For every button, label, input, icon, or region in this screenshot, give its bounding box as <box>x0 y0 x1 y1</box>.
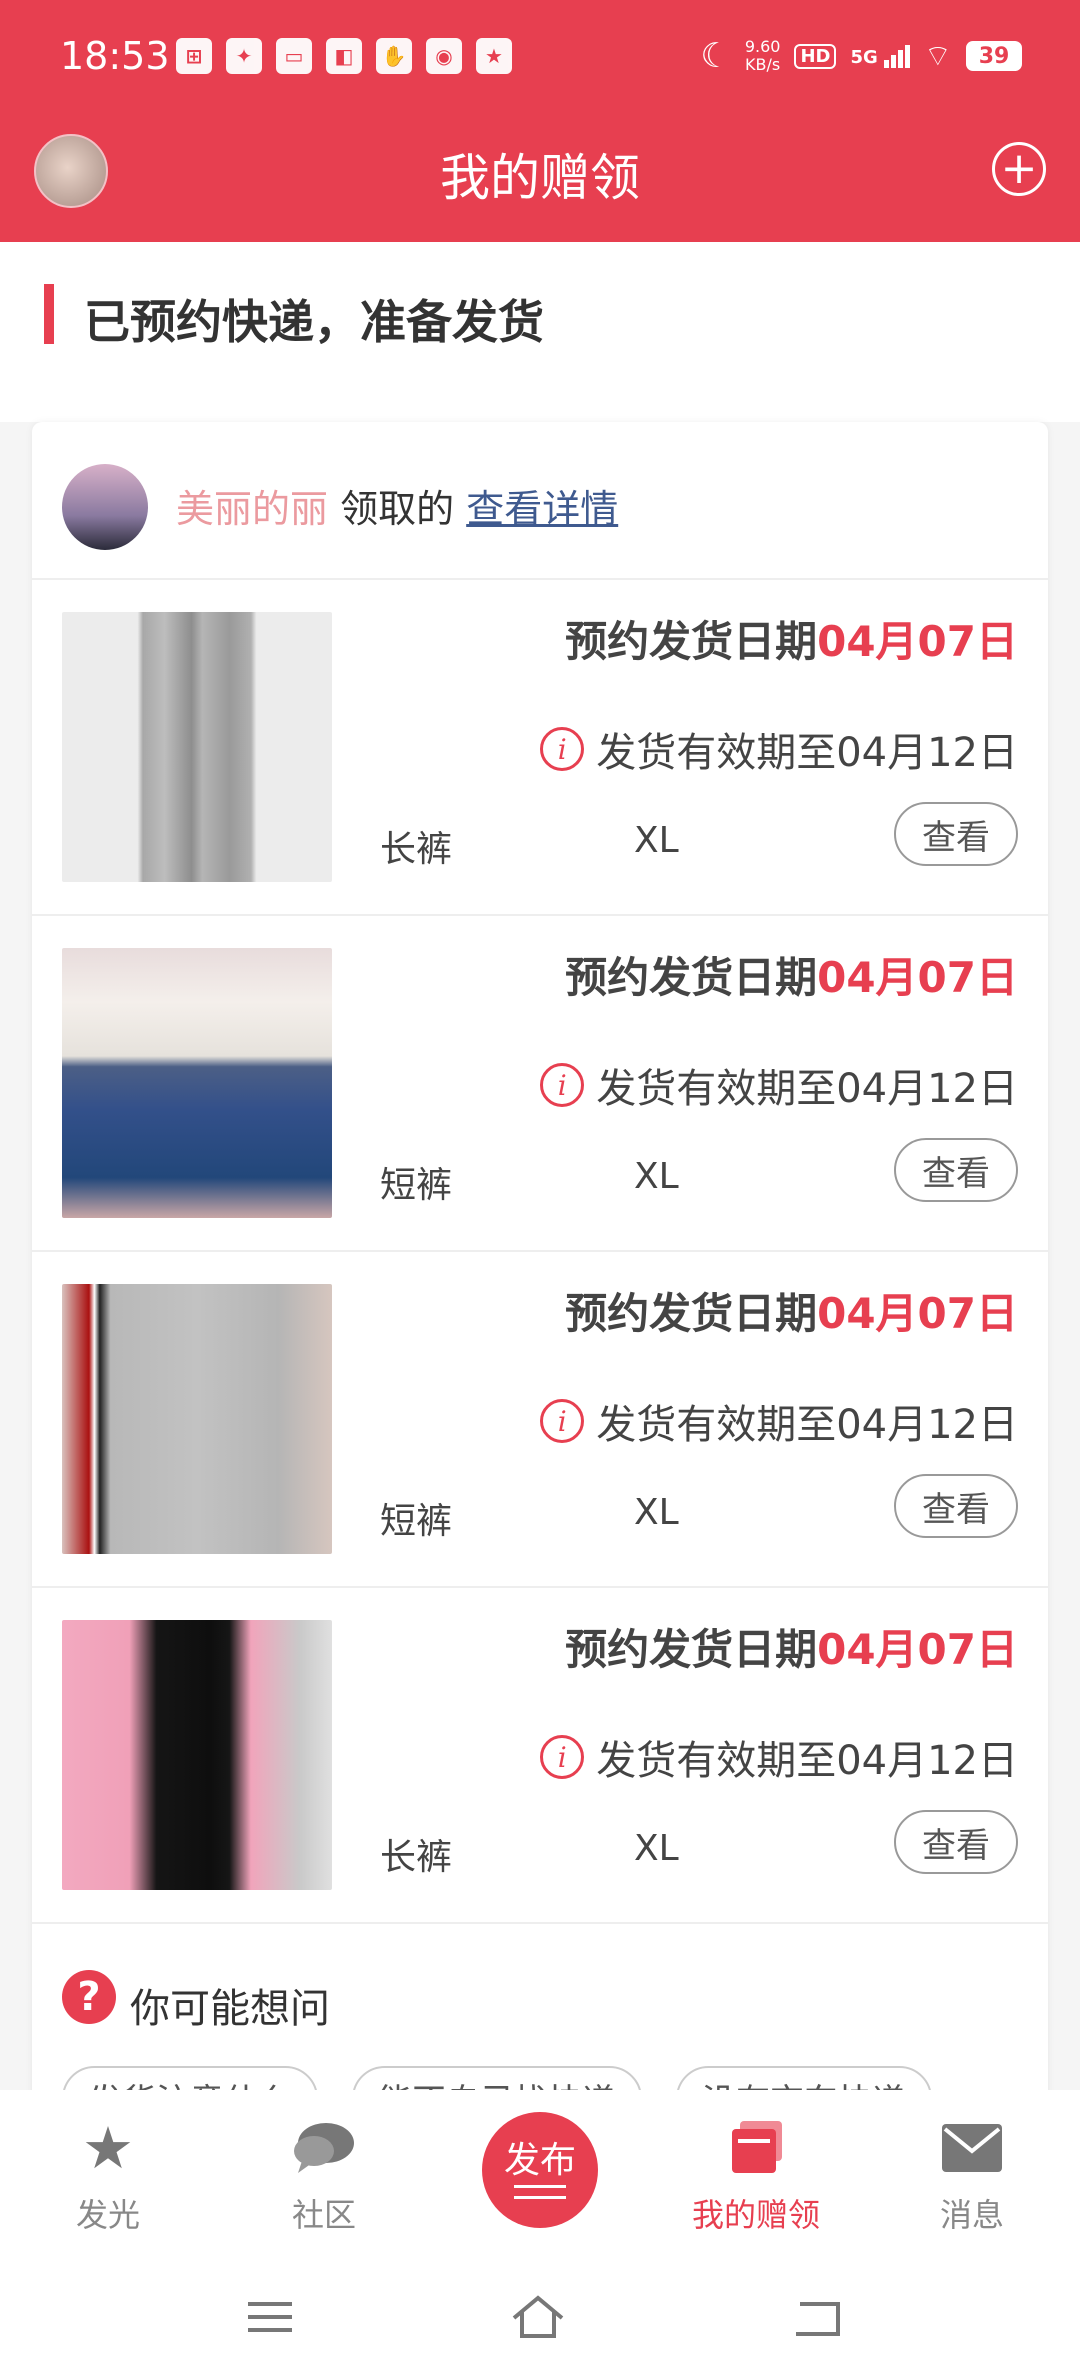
status-time: 18:53 <box>60 34 170 78</box>
system-navigation-bar <box>0 2258 1080 2376</box>
tab-my-claims[interactable]: 我的赠领 <box>648 2090 864 2258</box>
app-notification-icon: ✋ <box>376 38 412 74</box>
battery-icon: 39 <box>966 41 1022 71</box>
tab-community[interactable]: 社区 <box>216 2090 432 2258</box>
giver-avatar[interactable] <box>62 464 148 550</box>
giver-row: 美丽的丽 领取的 查看详情 <box>32 422 1048 580</box>
cards-icon <box>724 2116 788 2180</box>
item-row: 预约发货日期04月07日 i 发货有效期至04月12日 短裤 XL 查看 <box>32 1252 1048 1588</box>
ship-date: 预约发货日期04月07日 <box>565 1625 1018 1674</box>
item-photo[interactable] <box>62 612 332 882</box>
view-details-link[interactable]: 查看详情 <box>466 487 618 531</box>
item-row: 预约发货日期04月07日 i 发货有效期至04月12日 短裤 XL 查看 <box>32 916 1048 1252</box>
valid-until: i 发货有效期至04月12日 <box>540 1392 1018 1450</box>
item-category: 长裤 <box>380 1837 453 1878</box>
network-speed: 9.60 KB/s <box>744 37 781 74</box>
info-icon: i <box>540 1399 585 1443</box>
view-button[interactable]: 查看 <box>894 802 1018 866</box>
giver-text: 美丽的丽 领取的 查看详情 <box>176 478 618 533</box>
item-size: XL <box>634 1492 679 1533</box>
section-header: 已预约快递，准备发货 <box>0 242 1080 422</box>
status-bar: 18:53 ⊞ ✦ ▭ ◧ ✋ ◉ ★ ☾ 9.60 KB/s HD 5G ⌔ … <box>0 0 1080 120</box>
section-title: 已预约快递，准备发货 <box>84 295 544 349</box>
signal-icon: 5G <box>850 44 910 68</box>
app-notification-icon: ✦ <box>226 38 262 74</box>
valid-until: i 发货有效期至04月12日 <box>540 1728 1018 1786</box>
claim-card: 美丽的丽 领取的 查看详情 预约发货日期04月07日 i 发货有效期至04月12日… <box>32 422 1048 2131</box>
app-notification-icon: ⊞ <box>176 38 212 74</box>
view-button[interactable]: 查看 <box>894 1810 1018 1874</box>
location-icon: ◉ <box>426 38 462 74</box>
menu-icon[interactable] <box>240 2292 300 2342</box>
info-icon: i <box>540 1735 585 1779</box>
menu-lines-icon <box>514 2185 566 2199</box>
giver-verb: 领取的 <box>328 487 467 531</box>
hd-badge: HD <box>794 43 837 69</box>
view-button[interactable]: 查看 <box>894 1138 1018 1202</box>
item-category: 短裤 <box>380 1165 453 1206</box>
valid-until: i 发货有效期至04月12日 <box>540 1056 1018 1114</box>
app-screen: 18:53 ⊞ ✦ ▭ ◧ ✋ ◉ ★ ☾ 9.60 KB/s HD 5G ⌔ … <box>0 0 1080 2376</box>
chat-bubble-icon <box>292 2116 356 2180</box>
item-size: XL <box>634 1828 679 1869</box>
section-accent-bar <box>44 284 54 344</box>
message-icon: ★ <box>476 38 512 74</box>
info-icon: i <box>540 727 585 771</box>
home-icon[interactable] <box>508 2292 568 2342</box>
valid-until: i 发货有效期至04月12日 <box>540 720 1018 778</box>
ship-date: 预约发货日期04月07日 <box>565 1289 1018 1338</box>
bottom-tab-bar: ★ 发光 社区 发布 我的赠领 消息 <box>0 2090 1080 2258</box>
tab-glow[interactable]: ★ 发光 <box>0 2090 216 2258</box>
item-photo[interactable] <box>62 1284 332 1554</box>
publish-button[interactable]: 发布 <box>482 2112 598 2228</box>
item-category: 短裤 <box>380 1501 453 1542</box>
faq-title: 你可能想问 <box>130 1986 330 2032</box>
wifi-icon: ⌔ <box>923 39 952 74</box>
item-photo[interactable] <box>62 1620 332 1890</box>
item-row: 预约发货日期04月07日 i 发货有效期至04月12日 长裤 XL 查看 <box>32 580 1048 916</box>
item-category: 长裤 <box>380 829 453 870</box>
question-icon: ? <box>62 1970 116 2024</box>
app-header: 我的赠领 + <box>0 120 1080 242</box>
item-row: 预约发货日期04月07日 i 发货有效期至04月12日 长裤 XL 查看 <box>32 1588 1048 1924</box>
notification-icons: ⊞ ✦ ▭ ◧ ✋ ◉ ★ <box>176 38 512 74</box>
ship-date: 预约发货日期04月07日 <box>565 617 1018 666</box>
tab-messages[interactable]: 消息 <box>864 2090 1080 2258</box>
back-icon[interactable] <box>788 2292 848 2342</box>
mail-icon <box>940 2116 1004 2180</box>
add-icon[interactable]: + <box>992 142 1046 196</box>
view-button[interactable]: 查看 <box>894 1474 1018 1538</box>
item-photo[interactable] <box>62 948 332 1218</box>
app-notification-icon: ▭ <box>276 38 312 74</box>
ship-date: 预约发货日期04月07日 <box>565 953 1018 1002</box>
moon-icon: ☾ <box>700 36 731 76</box>
info-icon: i <box>540 1063 585 1107</box>
item-size: XL <box>634 820 679 861</box>
top-bar: 18:53 ⊞ ✦ ▭ ◧ ✋ ◉ ★ ☾ 9.60 KB/s HD 5G ⌔ … <box>0 0 1080 242</box>
star-icon: ★ <box>82 2114 134 2182</box>
giver-name[interactable]: 美丽的丽 <box>176 487 328 531</box>
app-notification-icon: ◧ <box>326 38 362 74</box>
item-size: XL <box>634 1156 679 1197</box>
status-right: ☾ 9.60 KB/s HD 5G ⌔ 39 <box>700 36 1022 76</box>
page-title: 我的赠领 <box>440 149 640 207</box>
